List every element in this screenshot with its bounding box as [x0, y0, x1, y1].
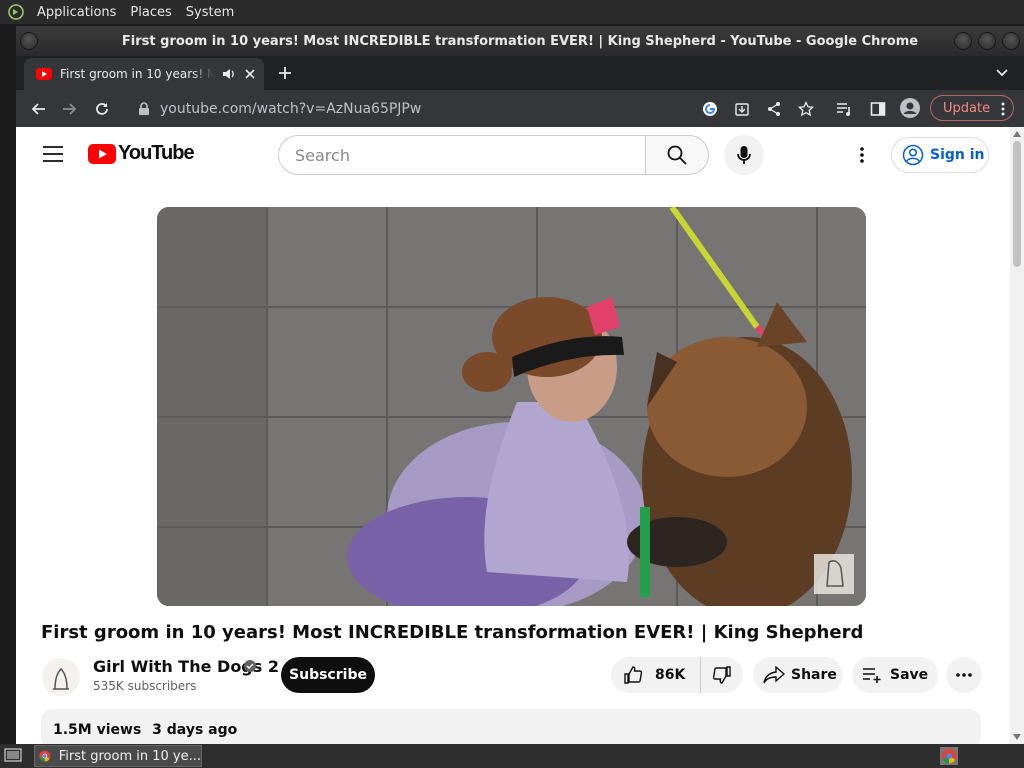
search-input[interactable]: Search	[278, 135, 646, 175]
menu-system[interactable]: System	[179, 5, 241, 20]
address-bar[interactable]: youtube.com/watch?v=AzNua65PJPw	[128, 94, 706, 124]
microphone-icon	[737, 146, 751, 164]
close-window-button[interactable]	[1002, 32, 1020, 50]
share-button[interactable]: Share	[753, 657, 843, 693]
maximize-button[interactable]	[978, 32, 996, 50]
video-frame	[157, 207, 866, 606]
distro-logo-icon[interactable]	[6, 2, 26, 22]
share-label: Share	[791, 667, 837, 683]
subscribe-button[interactable]: Subscribe	[281, 657, 375, 693]
bookmark-star-icon[interactable]	[798, 101, 814, 117]
channel-row: Girl With The Dogs 2 535K subscribers Su…	[41, 657, 1001, 697]
back-button[interactable]	[22, 93, 54, 125]
like-count: 86K	[655, 667, 686, 683]
tab-audio-icon[interactable]	[222, 67, 236, 81]
scrollbar-thumb[interactable]	[1013, 141, 1021, 267]
scroll-down-icon[interactable]	[1013, 734, 1021, 740]
youtube-logo-text[interactable]: YouTube	[118, 142, 195, 165]
new-tab-icon[interactable]	[278, 66, 292, 80]
share-arrow-icon	[763, 666, 785, 684]
toolbar: youtube.com/watch?v=AzNua65PJPw Update	[16, 90, 1024, 127]
search-icon	[667, 145, 687, 165]
youtube-page[interactable]: YouTube Search Sign in First groom in 10…	[16, 127, 1024, 744]
desktop-taskbar: First groom in 10 ye...	[0, 744, 1024, 768]
menu-places[interactable]: Places	[123, 5, 178, 20]
more-actions-button[interactable]	[946, 657, 982, 693]
voice-search-button[interactable]	[724, 135, 764, 175]
chrome-window: First groom in 10 years! Most INCREDIBLE…	[16, 26, 1024, 744]
forward-arrow-icon	[63, 102, 77, 115]
share-page-icon[interactable]	[766, 101, 782, 117]
search-button[interactable]	[645, 135, 709, 175]
account-circle-icon	[902, 144, 924, 166]
media-controls-icon[interactable]	[836, 101, 852, 117]
chrome-icon	[39, 750, 51, 762]
settings-more-icon[interactable]	[860, 147, 864, 163]
tray-chrome-icon[interactable]	[940, 747, 958, 765]
view-count: 1.5M views	[53, 722, 142, 738]
reload-icon	[96, 102, 108, 115]
forward-button[interactable]	[54, 93, 86, 125]
verified-check-icon	[244, 660, 256, 672]
upload-age: 3 days ago	[152, 722, 238, 738]
back-arrow-icon	[31, 102, 45, 115]
profile-avatar-icon[interactable]	[900, 98, 920, 118]
save-button[interactable]: Save	[852, 657, 938, 693]
thumbs-down-icon	[712, 666, 731, 684]
description-box[interactable]: 1.5M views 3 days ago	[41, 709, 981, 744]
playlist-add-icon	[863, 668, 881, 683]
channel-avatar[interactable]	[41, 657, 81, 697]
youtube-masthead: YouTube Search Sign in	[16, 127, 1006, 183]
update-label: Update	[943, 100, 991, 116]
menu-applications[interactable]: Applications	[30, 5, 123, 20]
window-titlebar[interactable]: First groom in 10 years! Most INCREDIBLE…	[16, 26, 1024, 56]
update-chrome-button[interactable]: Update	[930, 95, 1014, 121]
subscriber-count: 535K subscribers	[93, 679, 197, 693]
like-button[interactable]: 86K	[611, 657, 701, 693]
save-label: Save	[890, 667, 929, 683]
minimize-button[interactable]	[954, 32, 972, 50]
youtube-logo-icon[interactable]	[88, 144, 116, 164]
like-dislike-group: 86K	[611, 657, 743, 693]
subscribe-label: Subscribe	[289, 667, 367, 683]
tab-youtube[interactable]: First groom in 10 years! Most INCREDIBLE…	[24, 58, 264, 90]
more-horiz-icon	[956, 673, 972, 677]
tab-title: First groom in 10 years! Most INCREDIBLE…	[60, 67, 214, 81]
tab-strip: First groom in 10 years! Most INCREDIBLE…	[16, 56, 1024, 90]
sign-in-label: Sign in	[930, 147, 985, 163]
search-placeholder: Search	[295, 145, 350, 165]
thumbs-up-icon	[624, 666, 643, 684]
hamburger-menu-icon[interactable]	[43, 146, 63, 162]
install-app-icon[interactable]	[734, 101, 750, 117]
window-title: First groom in 10 years! Most INCREDIBLE…	[121, 33, 919, 49]
desktop-top-panel: Applications Places System	[0, 0, 1024, 24]
side-panel-icon[interactable]	[870, 101, 886, 117]
dislike-button[interactable]	[701, 657, 743, 693]
tab-search-chevron-icon[interactable]	[996, 69, 1008, 77]
tab-close-icon[interactable]	[244, 68, 256, 80]
lock-icon[interactable]	[138, 102, 150, 116]
url-text: youtube.com/watch?v=AzNua65PJPw	[160, 101, 422, 117]
scroll-up-icon[interactable]	[1013, 131, 1021, 137]
sign-in-button[interactable]: Sign in	[891, 137, 989, 173]
reload-button[interactable]	[86, 93, 118, 125]
show-desktop-icon[interactable]	[4, 748, 22, 764]
video-player[interactable]	[157, 207, 866, 606]
page-scrollbar[interactable]	[1010, 127, 1024, 744]
video-title: First groom in 10 years! Most INCREDIBLE…	[41, 622, 864, 643]
google-lens-icon[interactable]	[702, 101, 718, 117]
taskbar-item-label: First groom in 10 ye...	[58, 748, 201, 764]
window-menu-button[interactable]	[20, 32, 38, 50]
taskbar-chrome-window[interactable]: First groom in 10 ye...	[34, 745, 202, 767]
more-vert-icon	[1001, 102, 1005, 116]
youtube-favicon-icon	[36, 68, 52, 80]
